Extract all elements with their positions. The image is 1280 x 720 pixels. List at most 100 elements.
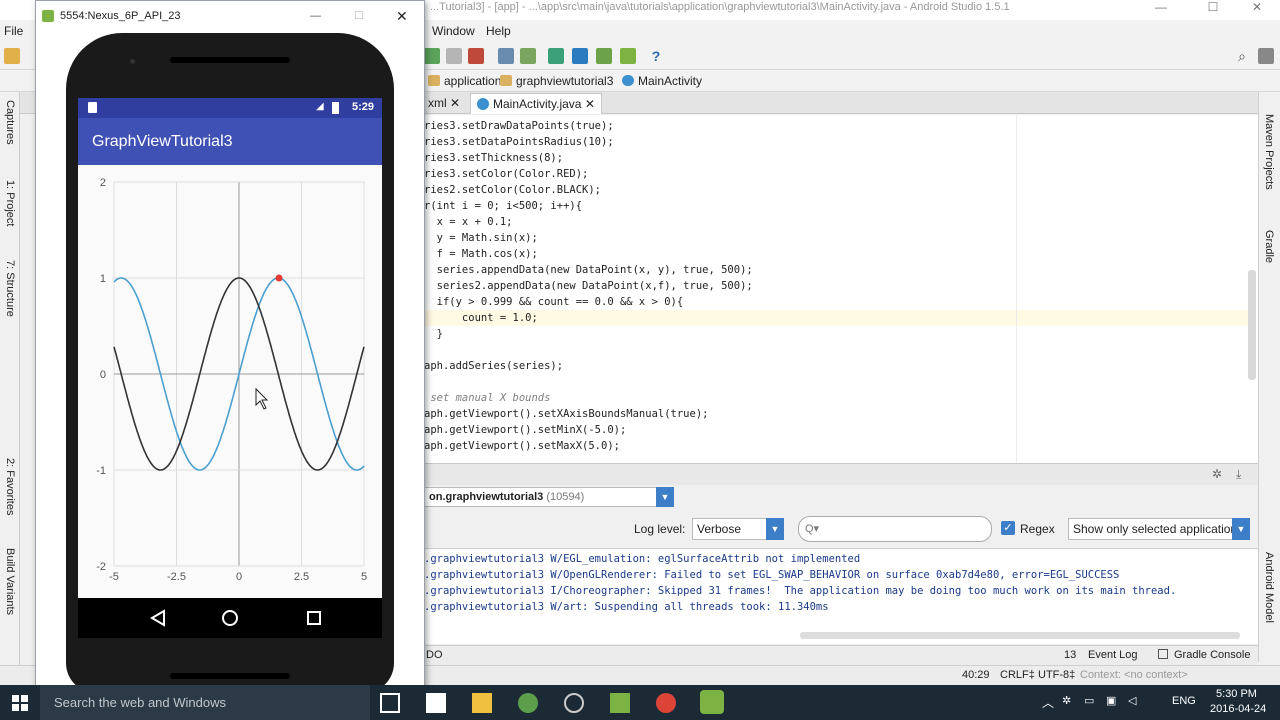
clock-date[interactable]: 2016-04-24: [1210, 703, 1266, 715]
minimize-icon[interactable]: —: [1144, 0, 1178, 14]
code-line: series.appendData(new DataPoint(x, y), t…: [424, 264, 753, 276]
camera-icon: [130, 59, 135, 64]
event-log-tab[interactable]: Event Log: [1088, 649, 1138, 661]
step-icon[interactable]: [446, 48, 462, 64]
code-line: ries3.setDrawDataPoints(true);: [424, 120, 614, 132]
logcat-search-input[interactable]: Q▾: [798, 516, 992, 542]
structure-tab[interactable]: 7: Structure: [4, 260, 16, 317]
chevron-down-icon[interactable]: ▼: [1232, 518, 1250, 540]
sdk-icon[interactable]: [498, 48, 514, 64]
code-line: }: [424, 328, 443, 340]
open-folder-icon[interactable]: [4, 48, 20, 64]
sync-icon[interactable]: [548, 48, 564, 64]
taskbar-search[interactable]: Search the web and Windows: [40, 685, 370, 720]
log-line: .graphviewtutorial3 I/Choreographer: Ski…: [424, 585, 1177, 597]
android-nav-bar: [78, 598, 382, 638]
chevron-down-icon[interactable]: ▼: [656, 487, 674, 507]
menu-help[interactable]: Help: [486, 20, 511, 42]
event-log-count: 13: [1064, 649, 1077, 661]
breadcrumb-class[interactable]: MainActivity: [622, 73, 702, 89]
folder-icon: [500, 75, 512, 86]
captures-tab[interactable]: Captures: [4, 100, 16, 145]
minimize-icon[interactable]: —: [310, 1, 321, 31]
device-icon[interactable]: [596, 48, 612, 64]
android-status-bar: ◢ 5:29: [78, 98, 382, 118]
notepad-icon[interactable]: [610, 693, 630, 713]
maximize-icon[interactable]: ☐: [1196, 0, 1230, 14]
android-model-tab[interactable]: Android Model: [1263, 552, 1275, 623]
run-icon[interactable]: [424, 48, 440, 64]
emulator-window: 5554:Nexus_6P_API_23 — ☐ ✕ ◢ 5:29 GraphV…: [35, 0, 425, 693]
monitor-icon[interactable]: [572, 48, 588, 64]
bottom-tool-tabs: DO 13 Event Log Gradle Console: [424, 645, 1258, 665]
x-tick-label: -5: [109, 571, 119, 583]
close-tab-icon[interactable]: ✕: [585, 97, 595, 111]
language-indicator[interactable]: ENG: [1172, 695, 1196, 707]
store-icon[interactable]: [426, 693, 446, 713]
line-separator[interactable]: CRLF‡: [1000, 669, 1035, 681]
logcat-output[interactable]: .graphviewtutorial3 W/EGL_emulation: egl…: [424, 549, 1258, 644]
tab-mainactivity[interactable]: MainActivity.java ✕: [470, 93, 602, 114]
maven-projects-tab[interactable]: Maven Projects: [1263, 114, 1275, 190]
graph-view[interactable]: 2 1 0 -1 -2 -5 -2.5 0 2.5 5: [78, 165, 382, 598]
stop-icon[interactable]: [468, 48, 484, 64]
tab-layout-xml[interactable]: xml ✕: [424, 93, 466, 114]
android-studio-icon[interactable]: [518, 693, 538, 713]
home-icon[interactable]: [222, 610, 238, 626]
network-icon[interactable]: ▣: [1106, 694, 1116, 707]
file-encoding[interactable]: UTF-8‡: [1038, 669, 1075, 681]
hide-icon[interactable]: ⤓: [1236, 467, 1241, 482]
sd-card-icon: [88, 102, 97, 113]
log-line: .graphviewtutorial3 W/art: Suspending al…: [424, 601, 829, 613]
y-tick-label: 1: [100, 273, 106, 285]
caret-position[interactable]: 40:29: [962, 669, 990, 681]
code-line: series2.appendData(new DataPoint(x,f), t…: [424, 280, 753, 292]
editor-scrollbar[interactable]: [1248, 270, 1256, 380]
back-icon[interactable]: [150, 609, 165, 627]
structure-icon[interactable]: [1258, 48, 1274, 64]
x-tick-label: 0: [236, 571, 242, 583]
chevron-down-icon[interactable]: ▼: [766, 518, 784, 540]
tray-app-icon[interactable]: ✲: [1062, 694, 1071, 707]
settings-icon[interactable]: ✲: [1212, 467, 1222, 481]
gradle-console-tab[interactable]: Gradle Console: [1174, 649, 1250, 661]
recents-icon[interactable]: [307, 611, 321, 625]
task-view-icon[interactable]: [380, 693, 400, 713]
volume-icon[interactable]: ◁: [1128, 694, 1136, 707]
todo-tab[interactable]: DO: [426, 649, 443, 661]
emulator-task-icon[interactable]: [700, 690, 724, 714]
avd-icon[interactable]: [520, 48, 536, 64]
speaker-top: [170, 57, 290, 63]
breadcrumb-package[interactable]: graphviewtutorial3: [500, 73, 613, 89]
recorder-icon[interactable]: [564, 693, 584, 713]
mouse-cursor-icon: [255, 387, 269, 410]
favorites-tab[interactable]: 2: Favorites: [4, 458, 16, 515]
close-tab-icon[interactable]: ✕: [450, 96, 460, 110]
close-icon[interactable]: ✕: [1240, 0, 1274, 14]
tray-chevron-icon[interactable]: ︿: [1042, 694, 1054, 711]
regex-checkbox[interactable]: ✓: [1001, 521, 1015, 535]
menu-window[interactable]: Window: [432, 20, 475, 42]
close-icon[interactable]: ✕: [396, 1, 408, 31]
help-icon[interactable]: ?: [648, 48, 664, 64]
chrome-icon[interactable]: [656, 693, 676, 713]
log-level-select[interactable]: Verbose ▼: [692, 518, 784, 540]
x-tick-label: -2.5: [167, 571, 186, 583]
clock-time[interactable]: 5:30 PM: [1216, 688, 1257, 700]
code-editor[interactable]: ries3.setDrawDataPoints(true); ries3.set…: [424, 115, 1258, 463]
x-tick-label: 2.5: [294, 571, 309, 583]
gradle-tab[interactable]: Gradle: [1263, 230, 1275, 263]
search-icon[interactable]: ⌕: [1234, 48, 1250, 64]
menu-file[interactable]: File: [4, 20, 23, 42]
windows-start-icon[interactable]: [12, 695, 28, 711]
log-line: .graphviewtutorial3 W/OpenGLRenderer: Fa…: [424, 569, 1120, 581]
file-explorer-icon[interactable]: [472, 693, 492, 713]
build-variants-tab[interactable]: Build Variants: [4, 548, 16, 615]
logcat-scrollbar[interactable]: [800, 632, 1240, 639]
filter-select[interactable]: Show only selected application ▼: [1068, 518, 1250, 540]
android-icon[interactable]: [620, 48, 636, 64]
project-tab[interactable]: 1: Project: [4, 180, 16, 226]
battery-tray-icon[interactable]: ▭: [1084, 694, 1094, 707]
breadcrumb-application[interactable]: application: [428, 73, 501, 89]
process-select[interactable]: on.graphviewtutorial3 (10594) ▼: [424, 487, 674, 507]
